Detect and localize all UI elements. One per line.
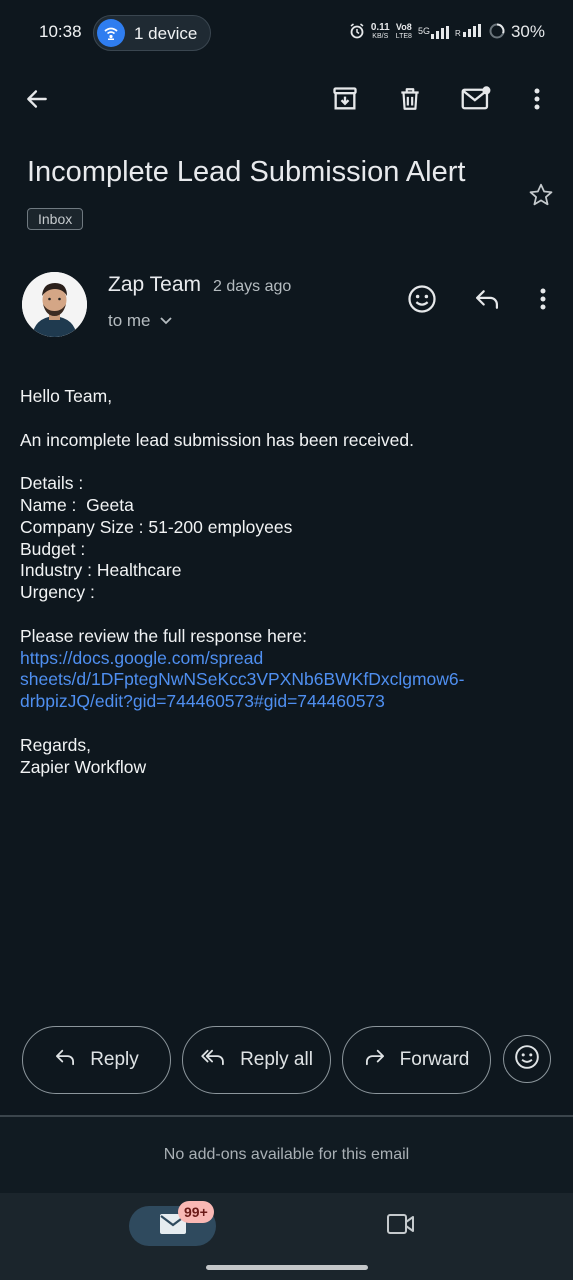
addons-message: No add-ons available for this email	[163, 1146, 410, 1163]
reply-button[interactable]: Reply	[22, 1026, 171, 1094]
body-signature: Zapier Workflow	[20, 756, 147, 777]
net-speed: 0.11 KB/S	[370, 22, 390, 41]
volte-indicator: Vo8 LTE8	[395, 22, 412, 41]
more-vert-icon[interactable]	[522, 82, 552, 116]
reply-all-button[interactable]: Reply all	[182, 1026, 331, 1094]
body-greeting: Hello Team,	[20, 386, 113, 406]
status-bar: 10:38 1 device 0.11 KB/S Vo8 LTE8 5G R 3…	[0, 0, 573, 66]
email-body: Hello Team, An incomplete lead submissio…	[20, 386, 560, 778]
reply-all-icon	[200, 1048, 226, 1072]
body-budget: Budget :	[20, 538, 86, 559]
emoji-reaction-button[interactable]	[503, 1035, 551, 1083]
inbox-label-chip[interactable]: Inbox	[27, 208, 84, 230]
body-urgency: Urgency :	[20, 582, 95, 603]
mail-unread-icon[interactable]	[458, 82, 494, 116]
body-regards: Regards,	[20, 734, 92, 755]
forward-button[interactable]: Forward	[342, 1026, 491, 1094]
status-time: 10:38	[39, 22, 82, 41]
unread-count-badge: 99+	[178, 1201, 214, 1223]
recipients-toggle[interactable]: to me	[108, 311, 173, 331]
reply-button-label: Reply	[90, 1049, 139, 1070]
body-name: Name : Geeta	[20, 494, 134, 515]
video-camera-icon	[386, 1214, 416, 1240]
spreadsheet-link[interactable]: https://docs.google.com/spread sheets/d/…	[20, 648, 560, 713]
body-industry: Industry : Healthcare	[20, 560, 182, 581]
signal-icon: R	[455, 24, 483, 40]
body-intro: An incomplete lead submission has been r…	[20, 429, 414, 450]
emoji-icon	[514, 1044, 540, 1075]
battery-icon	[489, 23, 505, 42]
email-subject: Incomplete Lead Submission Alert	[27, 156, 466, 188]
wifi-icon	[97, 19, 125, 47]
email-screen: 10:38 1 device 0.11 KB/S Vo8 LTE8 5G R 3…	[0, 0, 573, 1280]
reply-icon	[54, 1048, 76, 1072]
sent-time: 2 days ago	[213, 278, 292, 295]
star-icon[interactable]	[526, 180, 556, 210]
forward-icon	[364, 1048, 386, 1072]
chevron-down-icon	[159, 311, 173, 331]
battery-percent: 30%	[510, 22, 545, 41]
system-icons: 0.11 KB/S Vo8 LTE8 5G R 30%	[349, 22, 545, 42]
sender-name[interactable]: Zap Team	[108, 273, 201, 297]
link-line: drbpizJQ/edit?gid=744460573#gid=74446057…	[20, 691, 385, 712]
recipient-label: to me	[108, 311, 151, 330]
svg-text:R: R	[455, 29, 461, 37]
back-arrow-icon[interactable]	[20, 82, 54, 116]
reply-all-button-label: Reply all	[240, 1049, 313, 1070]
avatar[interactable]	[22, 272, 87, 337]
trash-icon[interactable]	[393, 82, 427, 116]
body-review-text: Please review the full response here:	[20, 625, 307, 646]
gesture-home-bar[interactable]	[206, 1265, 368, 1270]
alarm-icon	[349, 22, 365, 42]
nav-meet-tab[interactable]	[386, 1212, 416, 1241]
device-pill-label: 1 device	[134, 24, 198, 43]
forward-button-label: Forward	[399, 1049, 470, 1070]
message-more-icon[interactable]	[530, 284, 556, 314]
archive-icon[interactable]	[328, 82, 362, 116]
body-details-header: Details :	[20, 473, 84, 494]
signal-5g-icon: 5G	[418, 25, 449, 39]
connected-device-pill[interactable]: 1 device	[93, 15, 211, 51]
emoji-reaction-icon[interactable]	[405, 282, 439, 316]
body-company-size: Company Size : 51-200 employees	[20, 516, 293, 537]
reply-icon[interactable]	[470, 284, 504, 314]
link-line: sheets/d/1DFptegNwNSeKcc3VPXNb6BWKfDxclg…	[20, 669, 465, 690]
link-line: https://docs.google.com/spread	[20, 647, 264, 668]
